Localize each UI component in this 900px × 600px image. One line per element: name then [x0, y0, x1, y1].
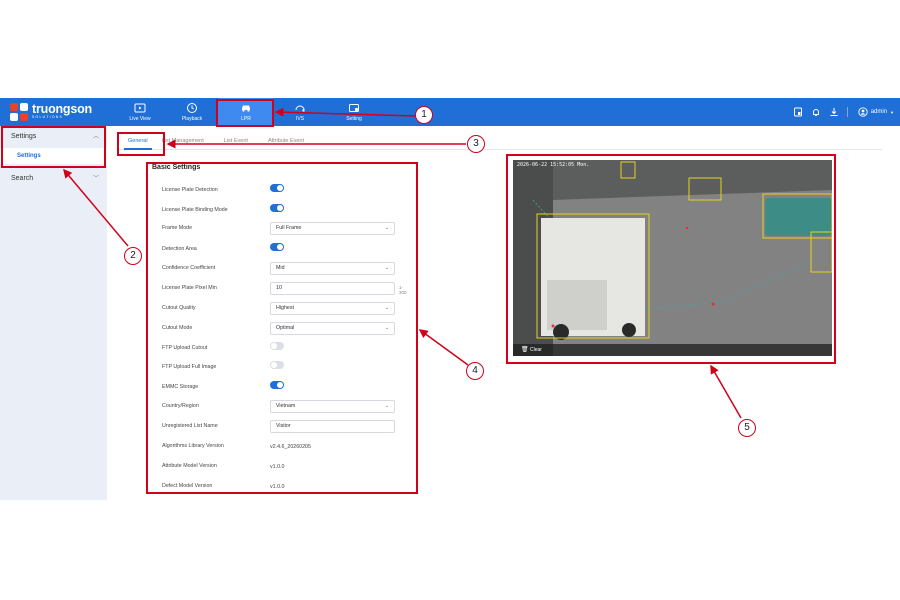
setting-icon [349, 104, 359, 112]
annotation-box-video [506, 154, 836, 364]
sidebar: Settings ︿ Settings Search ﹀ [0, 126, 107, 500]
nav-label: Setting [346, 116, 362, 122]
nav-label: Live View [129, 116, 151, 122]
nav-label: Playback [181, 116, 203, 122]
logo-icon [10, 103, 28, 121]
live-view-icon [134, 103, 146, 113]
annotation-box-tab [117, 132, 165, 156]
nav-label: IVS [295, 116, 305, 122]
nav-setting[interactable]: Setting [326, 98, 382, 126]
ivs-icon [295, 105, 305, 112]
top-right-tools: admin ▼ [793, 98, 894, 126]
annotation-box-nav-lpr [216, 99, 274, 127]
tab-bar: General List Management List Event Attri… [118, 132, 882, 150]
nav-playback[interactable]: Playback [164, 98, 220, 126]
brand-logo: truongson SOLUTIONS [10, 103, 92, 121]
annotation-box-sidebar [1, 126, 106, 168]
user-icon [858, 107, 868, 117]
playback-icon [187, 103, 197, 113]
tablet-icon[interactable] [793, 107, 803, 117]
bell-icon[interactable] [811, 107, 821, 117]
tab-list-event[interactable]: List Event [214, 132, 258, 149]
brand-name: truongson [32, 102, 92, 116]
callout-2: 2 [124, 247, 142, 265]
user-name: admin [870, 109, 888, 115]
chevron-down-icon: ▼ [890, 109, 894, 115]
callout-1: 1 [415, 106, 433, 124]
tab-list-management[interactable]: List Management [158, 132, 214, 149]
nav-live-view[interactable]: Live View [112, 98, 168, 126]
top-bar: truongson SOLUTIONS Live View Playback L… [0, 98, 900, 126]
callout-4: 4 [466, 362, 484, 380]
callout-3: 3 [467, 135, 485, 153]
sidebar-group-label: Search [11, 175, 34, 182]
download-icon[interactable] [829, 107, 839, 117]
user-menu[interactable]: admin ▼ [846, 107, 894, 117]
annotation-box-settings [146, 162, 418, 494]
chevron-down-icon: ﹀ [92, 176, 99, 182]
sidebar-group-search[interactable]: Search ﹀ [0, 168, 107, 190]
callout-5: 5 [738, 419, 756, 437]
nav-ivs[interactable]: IVS [272, 98, 328, 126]
tab-attribute-event[interactable]: Attribute Event [258, 132, 314, 149]
